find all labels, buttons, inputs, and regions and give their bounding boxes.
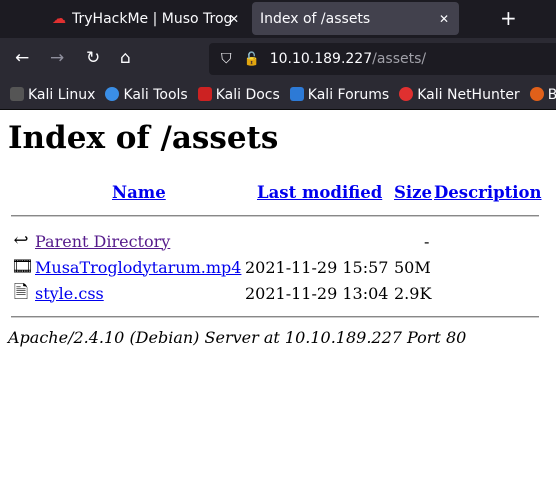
bookmark-kali-tools[interactable]: Kali Tools [95,86,188,103]
sort-modified-link[interactable]: Last modified [257,183,382,202]
divider [11,316,539,318]
bookmark-label: Kali Linux [28,86,96,103]
back-button[interactable]: ← [15,48,29,68]
size-cell: 2.9K [394,284,432,303]
size-cell: 50M [394,258,431,277]
tab-tryhackme[interactable]: ☁ TryHackMe | Muso Troglodytarum ✕ [44,2,249,35]
bookmark-kali-nethunter[interactable]: Kali NetHunter [389,86,520,103]
sort-description-link[interactable]: Description [434,183,542,202]
tab-title: TryHackMe | Muso Troglodytarum [72,10,232,27]
parent-directory-link[interactable]: Parent Directory [35,232,170,251]
bookmark-kali-docs[interactable]: Kali Docs [188,86,280,103]
forward-button[interactable]: → [50,48,64,68]
movie-icon: 🎞 [11,256,34,277]
bookmark-label: Kali Forums [307,86,390,103]
insecure-lock-icon[interactable]: 🔓 [244,52,260,67]
table-row: ↩ Parent Directory [11,229,170,253]
text-file-icon: 🗎 [13,282,29,303]
tryhackme-favicon-icon: ☁ [52,10,66,27]
divider [11,215,539,217]
home-button[interactable]: ⌂ [120,48,131,68]
kali-nethunter-icon [399,86,414,101]
file-link[interactable]: style.css [35,284,104,303]
bookmark-b[interactable]: B [520,86,556,103]
kali-tools-icon [105,86,120,101]
url-bar[interactable]: ⛉ 🔓 10.10.189.227/assets/ [209,43,556,75]
size-cell: - [424,232,430,251]
bookmark-kali-linux[interactable]: Kali Linux [0,86,96,103]
nav-toolbar: ← → ↻ ⌂ ⛉ 🔓 10.10.189.227/assets/ [0,38,556,80]
close-tab-icon[interactable]: ✕ [439,12,449,26]
table-row: 🎞 MusaTroglodytarum.mp4 [11,255,241,279]
kali-dragon-icon [10,86,24,101]
tab-index-assets[interactable]: Index of /assets ✕ [252,2,459,35]
tab-bar: ☁ TryHackMe | Muso Troglodytarum ✕ Index… [0,0,556,38]
modified-cell: 2021-11-29 15:57 [245,258,389,277]
file-link[interactable]: MusaTroglodytarum.mp4 [35,258,241,277]
page-title: Index of /assets [8,120,279,156]
bookmarks-bar: Kali Linux Kali Tools Kali Docs Kali For… [0,80,556,110]
bookmark-label: Kali Tools [123,86,188,103]
kali-forums-icon [289,86,304,101]
new-tab-button[interactable]: + [500,6,517,30]
bookmark-label: Kali Docs [215,86,280,103]
reload-button[interactable]: ↻ [86,48,100,68]
bug-icon [529,86,544,101]
modified-cell: 2021-11-29 13:04 [245,284,389,303]
server-signature: Apache/2.4.10 (Debian) Server at 10.10.1… [8,328,467,347]
url-host: 10.10.189.227 [269,51,373,67]
sort-name-link[interactable]: Name [112,183,166,202]
tab-title: Index of /assets [260,10,371,27]
bookmark-label: Kali NetHunter [417,86,520,103]
close-tab-icon[interactable]: ✕ [229,12,239,26]
url-path: /assets/ [372,51,427,67]
bookmark-label: B [547,86,556,103]
kali-docs-icon [197,86,212,101]
shield-icon[interactable]: ⛉ [221,51,232,67]
bookmark-kali-forums[interactable]: Kali Forums [280,86,390,103]
back-icon: ↩ [13,230,29,251]
sort-size-link[interactable]: Size [394,183,432,202]
table-row: 🗎 style.css [11,281,104,305]
